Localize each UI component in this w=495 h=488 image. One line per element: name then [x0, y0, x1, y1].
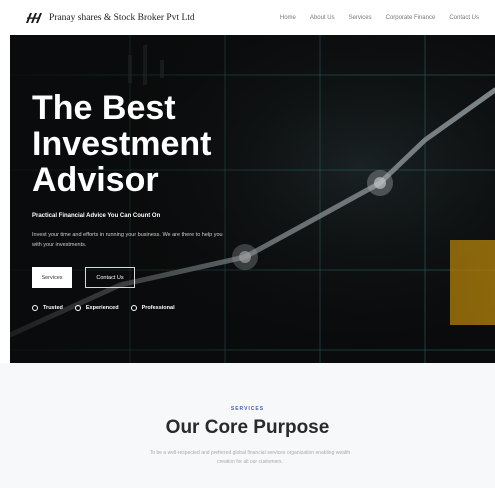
hero-title: The Best Investment Advisor	[32, 90, 292, 198]
feature-label: Experienced	[85, 305, 119, 311]
hero-tagline: Practical Financial Advice You Can Count…	[32, 213, 161, 219]
feature-professional: Professional	[130, 305, 175, 311]
feature-label: Trusted	[43, 305, 63, 311]
services-button[interactable]: Services	[32, 267, 72, 288]
triple-slash-logo-icon	[26, 12, 42, 23]
feature-experienced: Experienced	[74, 305, 119, 311]
section-description: To be a well-respected and preferred glo…	[149, 450, 351, 465]
brand-logo[interactable]: Pranay shares & Stock Broker Pvt Ltd	[25, 12, 195, 24]
nav-item-about-us[interactable]: About Us	[310, 15, 335, 21]
hero-title-line: Investment	[32, 125, 212, 163]
site-header: Pranay shares & Stock Broker Pvt Ltd Hom…	[0, 0, 495, 35]
section-eyebrow: SERVICES	[230, 406, 265, 412]
hero-description: Invest your time and efforts in running …	[32, 232, 223, 248]
services-section: SERVICES Our Core Purpose To be a well-r…	[0, 363, 495, 488]
main-nav: Home About Us Services Corporate Finance…	[280, 15, 479, 21]
circle-bullet-icon	[130, 305, 137, 311]
hero-features: Trusted Experienced Professional	[32, 305, 175, 311]
nav-item-services[interactable]: Services	[349, 15, 372, 21]
nav-item-corporate-finance[interactable]: Corporate Finance	[386, 15, 436, 21]
brand-name: Pranay shares & Stock Broker Pvt Ltd	[49, 12, 195, 23]
circle-bullet-icon	[32, 305, 38, 311]
circle-bullet-icon	[74, 305, 81, 311]
hero-title-line: The Best	[32, 89, 176, 127]
feature-trusted: Trusted	[32, 305, 63, 311]
contact-us-button[interactable]: Contact Us	[85, 267, 135, 288]
feature-label: Professional	[141, 305, 175, 311]
section-title: Our Core Purpose	[165, 417, 330, 438]
hero-section: The Best Investment Advisor Practical Fi…	[10, 35, 495, 363]
nav-item-contact-us[interactable]: Contact Us	[449, 15, 479, 21]
hero-title-line: Advisor	[32, 161, 159, 199]
nav-item-home[interactable]: Home	[280, 15, 296, 21]
hero-background-graph	[10, 35, 495, 363]
